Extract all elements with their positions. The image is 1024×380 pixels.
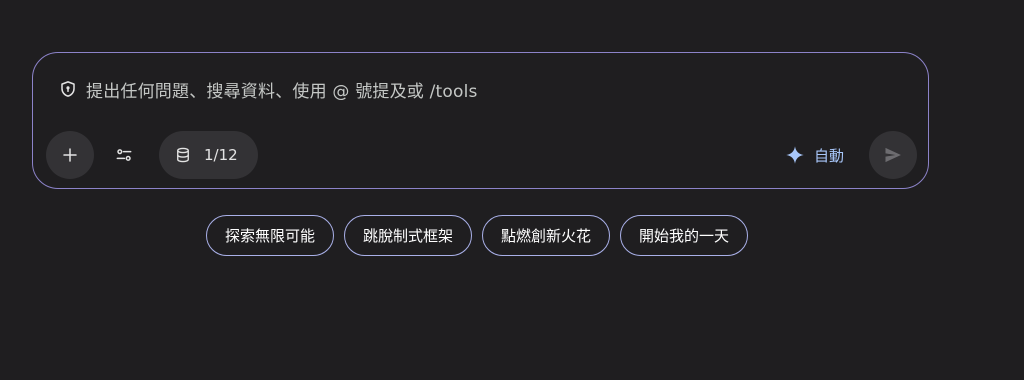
send-icon [885, 147, 901, 163]
shield-icon [59, 80, 77, 98]
mode-label: 自動 [814, 146, 845, 165]
prompt-input-row[interactable]: 提出任何問題、搜尋資料、使用 @ 號提及或 /tools [59, 77, 478, 102]
prompt-placeholder[interactable]: 提出任何問題、搜尋資料、使用 @ 號提及或 /tools [86, 77, 478, 102]
plus-icon [63, 148, 77, 162]
add-button[interactable] [46, 131, 94, 179]
suggestion-chip[interactable]: 開始我的一天 [620, 215, 749, 256]
suggestion-chip[interactable]: 點燃創新火花 [482, 215, 611, 256]
suggestion-chips: 探索無限可能 跳脫制式框架 點燃創新火花 開始我的一天 [0, 215, 954, 256]
database-icon [177, 147, 189, 163]
prompt-toolbar: 1/12 [46, 131, 258, 179]
database-count: 1/12 [204, 146, 238, 164]
tools-button[interactable] [100, 131, 148, 179]
send-button[interactable] [869, 131, 917, 179]
suggestion-chip[interactable]: 跳脫制式框架 [343, 215, 472, 256]
sparkle-icon [786, 146, 804, 164]
prompt-input-box[interactable]: 提出任何問題、搜尋資料、使用 @ 號提及或 /tools 1/12 自動 [32, 52, 929, 189]
tune-sliders-icon [116, 149, 132, 161]
mode-selector-button[interactable]: 自動 [781, 138, 848, 172]
suggestion-chip[interactable]: 探索無限可能 [205, 215, 334, 256]
database-selector-button[interactable]: 1/12 [159, 131, 258, 179]
